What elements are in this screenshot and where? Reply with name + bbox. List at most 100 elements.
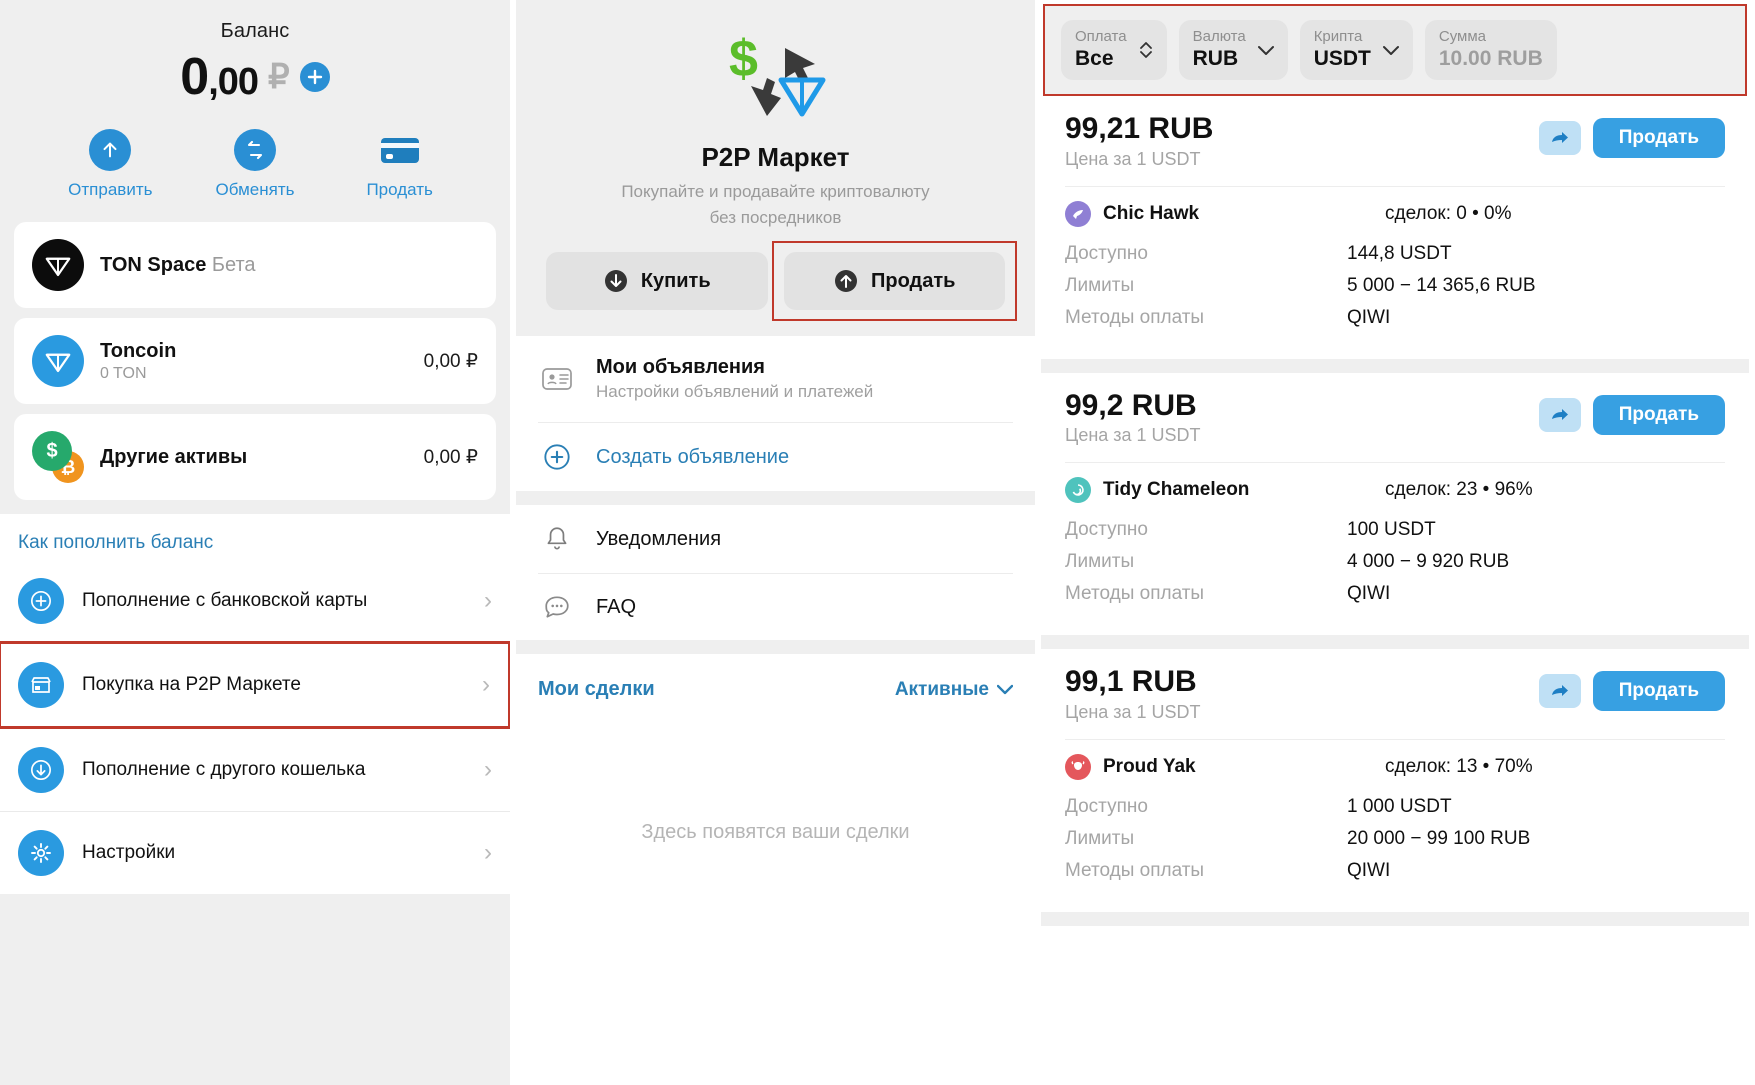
chevron-right-icon: › bbox=[484, 839, 492, 866]
offer-sell-button[interactable]: Продать bbox=[1592, 394, 1725, 435]
menu-item-faq[interactable]: FAQ bbox=[538, 573, 1013, 640]
share-button[interactable] bbox=[1538, 397, 1581, 432]
offer-card[interactable]: 99,21 RUB Цена за 1 USDT Продать Chic Ha… bbox=[1041, 96, 1749, 359]
action-send[interactable]: Отправить bbox=[55, 129, 165, 200]
deals-title[interactable]: Мои сделки bbox=[538, 678, 655, 701]
offer-limits-row: Лимиты 20 000 − 99 100 RUB bbox=[1065, 828, 1725, 850]
wallet-text: TON Space Бета bbox=[100, 254, 478, 277]
wallet-value: 0,00 ₽ bbox=[423, 350, 478, 372]
menu-text: Мои объявления Настройки объявлений и пл… bbox=[596, 356, 873, 402]
share-button[interactable] bbox=[1538, 121, 1581, 156]
offer-header: 99,1 RUB Цена за 1 USDT Продать bbox=[1065, 665, 1725, 723]
howto-item-other-wallet[interactable]: Пополнение с другого кошелька › bbox=[0, 728, 510, 811]
balance-row: 0,00 ₽ bbox=[0, 51, 510, 103]
wallet-card-toncoin[interactable]: Toncoin 0 TON 0,00 ₽ bbox=[14, 318, 496, 404]
chat-dots-icon bbox=[538, 594, 576, 620]
sell-button[interactable]: Продать bbox=[783, 252, 1005, 310]
action-swap[interactable]: Обменять bbox=[200, 129, 310, 200]
howto-label: Настройки bbox=[82, 842, 176, 863]
howto-item-p2p-market[interactable]: Покупка на P2P Маркете › bbox=[0, 641, 510, 729]
menu-subtitle: Настройки объявлений и платежей bbox=[596, 382, 874, 401]
wallet-name: TON Space bbox=[100, 253, 207, 276]
wallet-badge: Бета bbox=[211, 253, 256, 276]
offer-price-sub: Цена за 1 USDT bbox=[1065, 701, 1201, 722]
merchant-deals: сделок: 23 • 96% bbox=[1385, 479, 1533, 501]
howto-label: Пополнение с банковской карты bbox=[82, 590, 368, 611]
filters-row: Оплата Все Валюта RUB Крипта USDT Сумма … bbox=[1045, 6, 1745, 94]
offer-methods-label: Методы оплаты bbox=[1065, 583, 1205, 605]
chevron-right-icon: › bbox=[482, 671, 490, 698]
offer-actions: Продать bbox=[1538, 112, 1725, 159]
offer-methods-row: Методы оплаты QIWI bbox=[1065, 860, 1725, 882]
wallet-text: Другие активы bbox=[100, 446, 408, 469]
p2p-market-panel: $ P2P Маркет Покупайте и продавайте крип… bbox=[510, 0, 1035, 1085]
wallet-text: Toncoin 0 TON bbox=[100, 340, 408, 383]
balance-section: Баланс 0,00 ₽ bbox=[0, 0, 510, 103]
filter-crypto[interactable]: Крипта USDT bbox=[1299, 20, 1413, 81]
multi-asset-icon: $ ₿ bbox=[32, 431, 84, 483]
p2p-hero-illustration: $ bbox=[711, 30, 841, 130]
action-sell[interactable]: Продать bbox=[345, 129, 455, 200]
filter-amount-label: Сумма bbox=[1438, 28, 1486, 45]
buy-sell-row: Купить Продать bbox=[516, 230, 1035, 336]
balance-amount: 0,00 bbox=[180, 48, 259, 106]
sell-button-label: Продать bbox=[871, 269, 956, 292]
menu-item-notifications[interactable]: Уведомления bbox=[538, 505, 1013, 573]
p2p-subtitle-line1: Покупайте и продавайте криптовалюту bbox=[621, 182, 930, 201]
merchant-name: Tidy Chameleon bbox=[1103, 479, 1250, 501]
add-funds-button[interactable] bbox=[299, 62, 330, 92]
p2p-title: P2P Маркет bbox=[701, 142, 850, 172]
p2p-hero: $ P2P Маркет Покупайте и продавайте крип… bbox=[516, 0, 1035, 230]
screenshot-stage: Баланс 0,00 ₽ Отправить Обменять Продать… bbox=[0, 0, 1755, 1085]
svg-text:$: $ bbox=[729, 30, 758, 88]
p2p-inner: $ P2P Маркет Покупайте и продавайте крип… bbox=[516, 0, 1035, 1085]
offer-merchant-row: Tidy Chameleon сделок: 23 • 96% bbox=[1065, 477, 1725, 504]
offer-limits-value: 5 000 − 14 365,6 RUB bbox=[1347, 274, 1536, 296]
offer-separator bbox=[1041, 358, 1749, 373]
offer-price-sub: Цена за 1 USDT bbox=[1065, 425, 1201, 446]
p2p-subtitle-line2: без посредников bbox=[709, 207, 842, 227]
menu-title: Уведомления bbox=[596, 527, 722, 550]
offer-header: 99,21 RUB Цена за 1 USDT Продать bbox=[1065, 112, 1725, 170]
action-swap-label: Обменять bbox=[215, 180, 295, 199]
howto-item-bank-card[interactable]: Пополнение с банковской карты › bbox=[0, 560, 510, 642]
chevron-down-icon bbox=[1382, 45, 1399, 55]
offer-limits-label: Лимиты bbox=[1065, 827, 1135, 849]
filter-payment[interactable]: Оплата Все bbox=[1061, 20, 1167, 81]
filter-payment-label: Оплата bbox=[1075, 28, 1127, 45]
filter-amount[interactable]: Сумма 10.00 RUB bbox=[1424, 20, 1557, 81]
filter-amount-text: Сумма 10.00 RUB bbox=[1439, 28, 1543, 72]
card-icon bbox=[379, 129, 421, 171]
wallet-card-other-assets[interactable]: $ ₿ Другие активы 0,00 ₽ bbox=[14, 414, 496, 500]
menu-title: Создать объявление bbox=[596, 445, 790, 468]
ton-diamond-blue-icon bbox=[32, 335, 84, 387]
buy-button[interactable]: Купить bbox=[546, 252, 768, 310]
offer-card[interactable]: 99,1 RUB Цена за 1 USDT Продать Proud Ya… bbox=[1041, 649, 1749, 912]
howto-label: Пополнение с другого кошелька bbox=[82, 759, 366, 780]
share-button[interactable] bbox=[1538, 674, 1581, 709]
yak-icon bbox=[1071, 761, 1085, 770]
offer-available-value: 1 000 USDT bbox=[1347, 795, 1452, 817]
wallet-card-ton-space[interactable]: TON Space Бета bbox=[14, 222, 496, 308]
offer-available-label: Доступно bbox=[1065, 242, 1148, 264]
wallet-cards: TON Space Бета Toncoin 0 TON 0,00 ₽ $ ₿ bbox=[0, 222, 510, 500]
merchant-name: Proud Yak bbox=[1103, 755, 1196, 777]
buy-button-label: Купить bbox=[640, 269, 711, 292]
menu-item-create-ad[interactable]: Создать объявление bbox=[538, 422, 1013, 491]
deals-filter-dropdown[interactable]: Активные bbox=[895, 679, 1013, 701]
balance-integer: 0 bbox=[180, 48, 209, 106]
balance-decimal: ,00 bbox=[208, 61, 259, 103]
offer-methods-value: QIWI bbox=[1347, 306, 1391, 328]
offer-sell-button[interactable]: Продать bbox=[1592, 118, 1725, 159]
merchant-deals: сделок: 0 • 0% bbox=[1385, 202, 1512, 224]
filter-currency-value: RUB bbox=[1192, 47, 1239, 70]
offer-card[interactable]: 99,2 RUB Цена за 1 USDT Продать Tidy Cha… bbox=[1041, 372, 1749, 636]
menu-item-my-ads[interactable]: Мои объявления Настройки объявлений и пл… bbox=[538, 336, 1013, 422]
filter-currency[interactable]: Валюта RUB bbox=[1178, 20, 1288, 81]
howto-item-settings[interactable]: Настройки › bbox=[0, 811, 510, 894]
merchant-avatar bbox=[1065, 477, 1091, 504]
offer-divider bbox=[1065, 185, 1725, 187]
deals-header: Мои сделки Активные bbox=[516, 654, 1035, 711]
dollar-coin-icon: $ bbox=[32, 431, 72, 471]
offer-sell-button[interactable]: Продать bbox=[1592, 671, 1725, 712]
